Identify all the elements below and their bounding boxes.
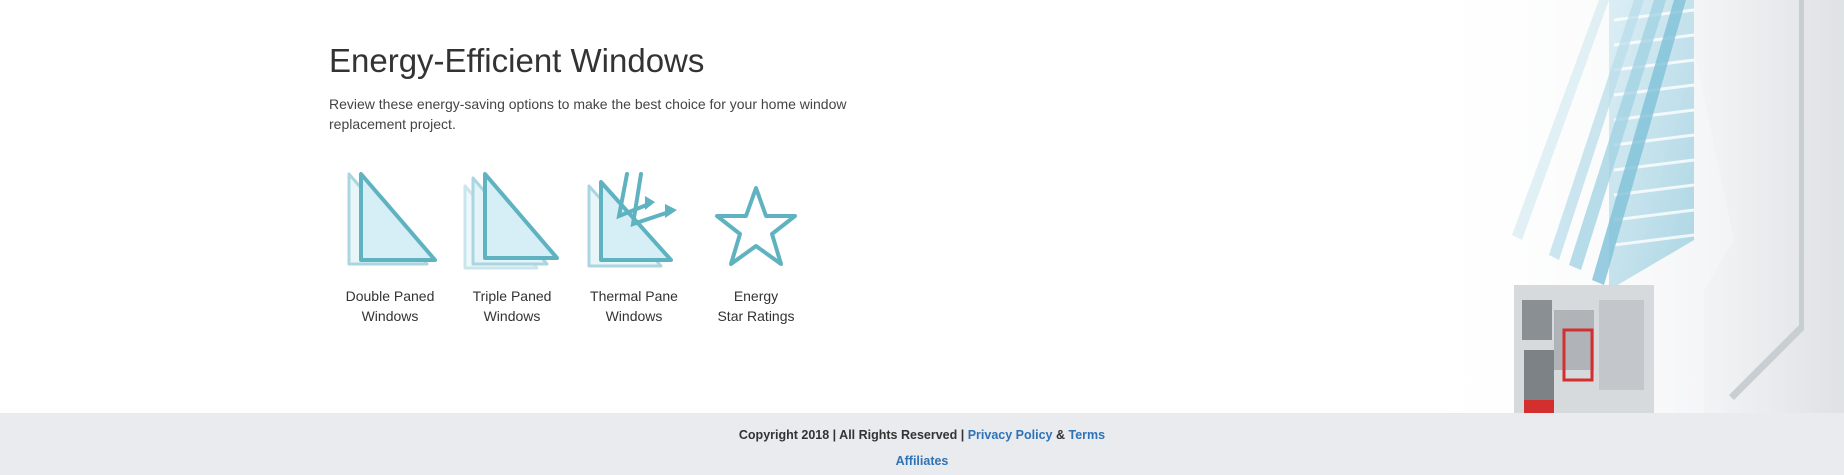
ampersand: & <box>1055 428 1066 442</box>
feature-label: Thermal Pane Windows <box>590 288 678 324</box>
window-cross-section-image <box>1404 0 1844 413</box>
affiliates-link[interactable]: Affiliates <box>896 451 949 471</box>
feature-label: Energy Star Ratings <box>717 288 795 324</box>
privacy-policy-link[interactable]: Privacy Policy <box>968 428 1053 442</box>
feature-label: Double Paned Windows <box>345 288 435 324</box>
feature-thermal-pane: Thermal Pane Windows <box>573 168 695 326</box>
feature-energy-star: Energy Star Ratings <box>695 168 817 326</box>
star-icon <box>715 186 797 266</box>
site-footer: Copyright 2018 | All Rights Reserved | P… <box>0 413 1844 475</box>
feature-double-paned: Double Paned Windows <box>329 168 451 326</box>
feature-triple-paned: Triple Paned Windows <box>451 168 573 326</box>
thermal-pane-icon <box>587 172 677 268</box>
feature-label: Triple Paned Windows <box>472 288 552 324</box>
page-title: Energy-Efficient Windows <box>329 42 705 79</box>
energy-windows-section: Energy-Efficient Windows Review these en… <box>329 40 889 134</box>
copyright-line: Copyright 2018 | All Rights Reserved | P… <box>0 425 1844 445</box>
feature-list: Double Paned Windows Triple Paned Window… <box>329 168 817 326</box>
copyright-text: Copyright 2018 | All Rights Reserved | <box>738 428 965 442</box>
intro-text: Review these energy-saving options to ma… <box>329 96 847 132</box>
triple-pane-icon <box>463 172 559 270</box>
double-pane-icon <box>347 172 437 266</box>
terms-link[interactable]: Terms <box>1069 428 1106 442</box>
